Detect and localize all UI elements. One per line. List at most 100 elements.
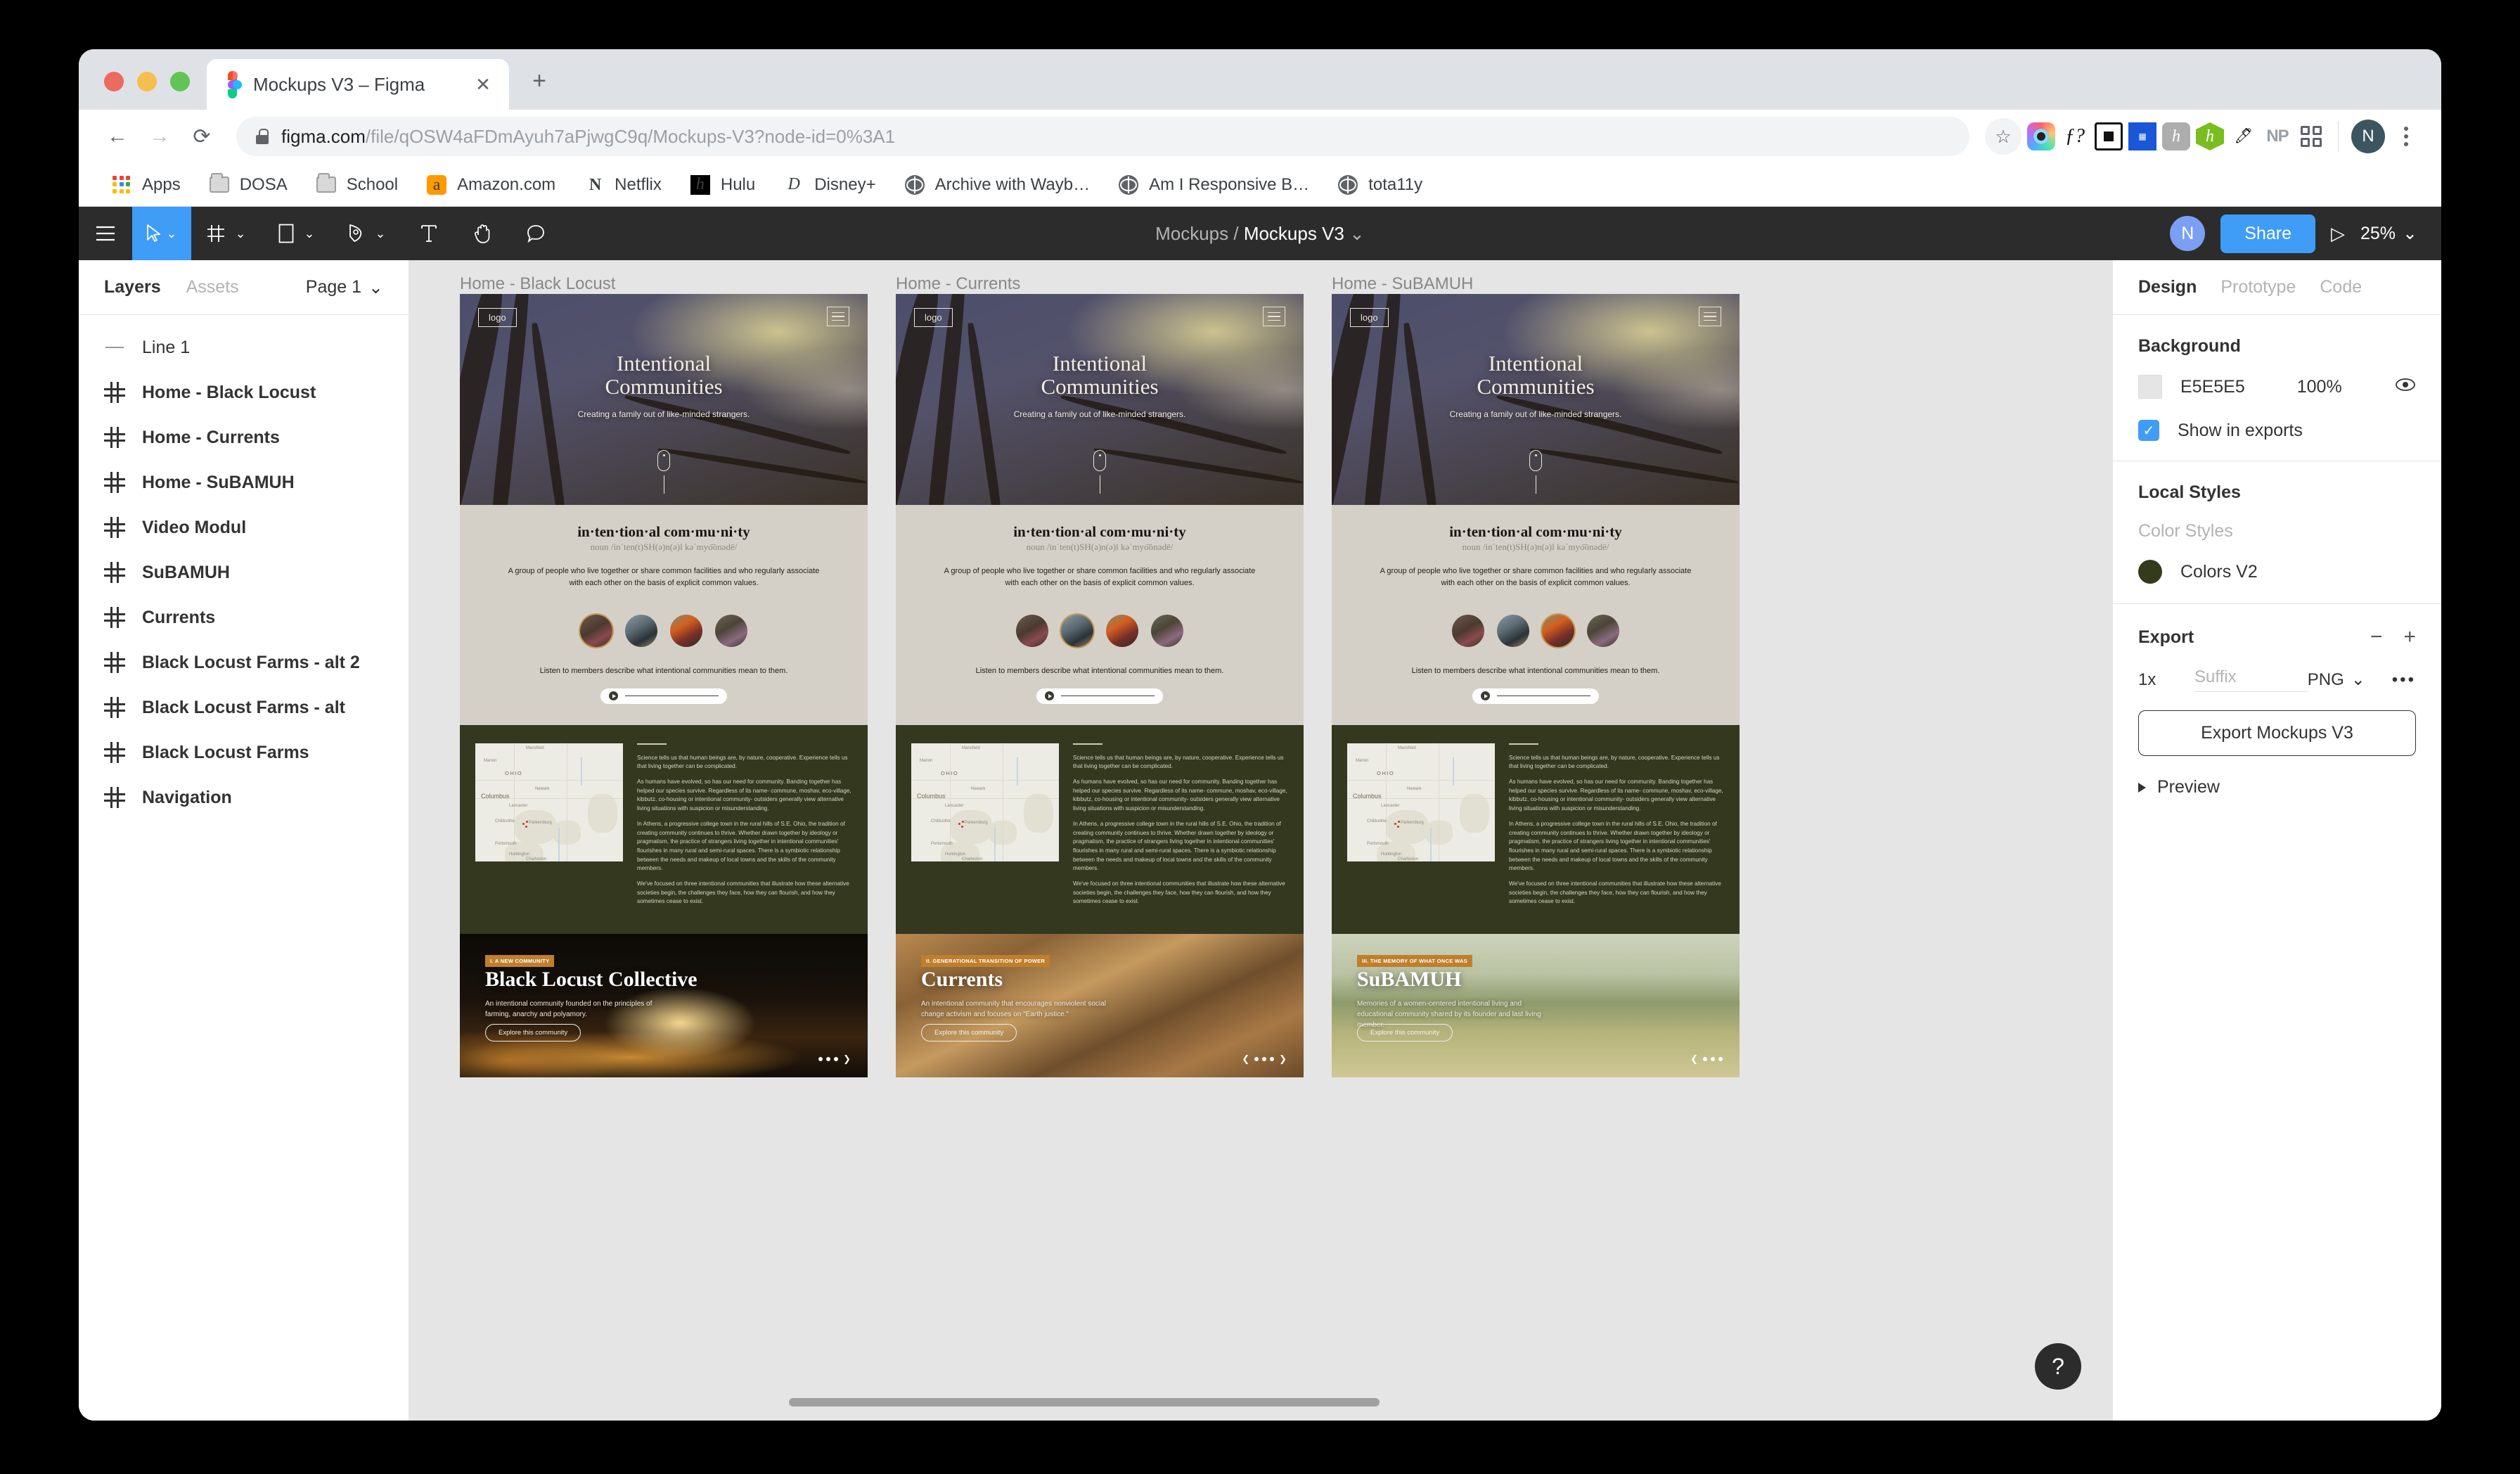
blue-block-extension-icon[interactable]: ▦: [2128, 122, 2156, 150]
avatar[interactable]: [1151, 615, 1183, 648]
audio-progress-track[interactable]: [625, 695, 719, 697]
tab-layers[interactable]: Layers: [104, 277, 161, 297]
figma-canvas[interactable]: Home - Black Locust logo Intentional Com…: [409, 260, 2112, 1421]
f-question-extension-icon[interactable]: ƒ?: [2061, 122, 2089, 150]
avatar[interactable]: [1016, 615, 1048, 648]
bookmark-school[interactable]: School: [304, 169, 409, 201]
move-tool-icon[interactable]: ⌄: [132, 207, 191, 260]
carousel-next-icon[interactable]: ❯: [843, 1053, 851, 1065]
bookmark-star-icon[interactable]: ☆: [1985, 118, 2021, 155]
carousel-dots[interactable]: [1254, 1057, 1275, 1062]
chevron-down-icon[interactable]: ⌄: [304, 226, 314, 241]
frame-label[interactable]: Home - Currents: [896, 274, 1020, 294]
logo-placeholder[interactable]: logo: [478, 308, 517, 327]
zoom-level-selector[interactable]: 25% ⌄: [2360, 223, 2417, 244]
audio-player[interactable]: [1472, 688, 1599, 704]
export-more-icon[interactable]: •••: [2392, 670, 2416, 690]
preview-toggle[interactable]: Preview: [2138, 777, 2416, 797]
bookmark-dosa[interactable]: DOSA: [198, 169, 299, 201]
canvas-horizontal-scrollbar[interactable]: [409, 1398, 2112, 1411]
layer-row[interactable]: Black Locust Farms: [79, 730, 409, 775]
chevron-down-icon[interactable]: ⌄: [375, 226, 385, 241]
explore-community-button[interactable]: Explore this community: [921, 1024, 1017, 1042]
minimize-window-button[interactable]: [137, 72, 157, 91]
page-selector[interactable]: Page 1 ⌄: [306, 277, 383, 298]
breadcrumb-file[interactable]: Mockups V3: [1244, 223, 1344, 244]
bookmark-am-i-responsive[interactable]: Am I Responsive B…: [1107, 169, 1320, 201]
color-style-row[interactable]: Colors V2: [2138, 560, 2416, 584]
frame-label[interactable]: Home - Black Locust: [460, 274, 615, 294]
carousel-prev-icon[interactable]: ❮: [1242, 1053, 1249, 1065]
layer-row[interactable]: Video Modul: [79, 505, 409, 550]
profile-avatar[interactable]: N: [2351, 120, 2385, 153]
reload-icon[interactable]: ⟳: [183, 117, 221, 155]
carousel-prev-icon[interactable]: ❮: [1690, 1053, 1698, 1065]
hamburger-icon[interactable]: [827, 307, 849, 326]
h-script-extension-icon[interactable]: h: [2162, 122, 2190, 150]
np-extension-icon[interactable]: NP: [2263, 122, 2291, 150]
avatar[interactable]: [625, 615, 657, 648]
layer-row[interactable]: Home - Currents: [79, 415, 409, 460]
background-color-swatch[interactable]: [2138, 375, 2162, 399]
close-tab-icon[interactable]: ✕: [470, 71, 496, 98]
audio-progress-track[interactable]: [1497, 695, 1590, 697]
tab-prototype[interactable]: Prototype: [2220, 277, 2296, 297]
artboard-home-subamuh[interactable]: logo Intentional Communities Creating a …: [1332, 294, 1740, 1078]
play-icon[interactable]: [1045, 691, 1054, 701]
explore-community-button[interactable]: Explore this community: [485, 1024, 581, 1042]
avatar[interactable]: [1061, 615, 1093, 648]
layer-row[interactable]: Line 1: [79, 325, 409, 370]
avatar[interactable]: [1452, 615, 1484, 648]
carousel-dots[interactable]: [818, 1057, 839, 1062]
avatar[interactable]: [670, 615, 702, 648]
bookmark-disney[interactable]: D Disney+: [772, 169, 887, 201]
tab-design[interactable]: Design: [2138, 277, 2197, 297]
avatar[interactable]: [580, 615, 612, 648]
address-bar[interactable]: figma.com/file/qOSW4aFDmAyuh7aPjwgC9q/Mo…: [236, 117, 1969, 156]
logo-placeholder[interactable]: logo: [914, 308, 953, 327]
scrollbar-thumb[interactable]: [789, 1398, 1380, 1406]
avatar[interactable]: [1106, 615, 1138, 648]
extensions-grid-icon[interactable]: [2297, 122, 2325, 150]
play-icon[interactable]: [1481, 691, 1490, 701]
carousel-dots[interactable]: [1703, 1057, 1723, 1062]
pen-tool-icon[interactable]: ⌄: [332, 207, 402, 260]
back-icon[interactable]: ←: [98, 117, 136, 155]
avatar[interactable]: [1497, 615, 1529, 648]
frame-label[interactable]: Home - SuBAMUH: [1332, 274, 1473, 294]
minus-icon[interactable]: −: [2370, 625, 2383, 649]
logo-placeholder[interactable]: logo: [1350, 308, 1389, 327]
artboard-home-currents[interactable]: logo Intentional Communities Creating a …: [896, 294, 1304, 1078]
hamburger-icon[interactable]: [1699, 307, 1721, 326]
color-style-swatch[interactable]: [2138, 560, 2162, 584]
layer-row[interactable]: Currents: [79, 595, 409, 640]
eyedropper-extension-icon[interactable]: 🖊: [2230, 122, 2258, 150]
avatar[interactable]: [715, 615, 747, 648]
square-extension-icon[interactable]: [2095, 122, 2123, 150]
hexagon-h-extension-icon[interactable]: h: [2196, 122, 2224, 150]
avatar[interactable]: [1542, 615, 1574, 648]
bookmark-tota11y[interactable]: tota11y: [1326, 169, 1434, 201]
eye-icon[interactable]: [2395, 377, 2416, 397]
layer-row[interactable]: Black Locust Farms - alt 2: [79, 640, 409, 685]
breadcrumb-chevron-down-icon[interactable]: ⌄: [1349, 223, 1365, 244]
carousel-next-icon[interactable]: ❯: [1279, 1053, 1287, 1065]
bookmark-archive-wayback[interactable]: Archive with Wayb…: [893, 169, 1102, 201]
layer-row[interactable]: Home - SuBAMUH: [79, 460, 409, 505]
figma-user-avatar[interactable]: N: [2170, 216, 2206, 251]
forward-icon[interactable]: →: [141, 117, 179, 155]
frame-tool-icon[interactable]: ⌄: [191, 207, 262, 260]
hamburger-menu-icon[interactable]: [79, 207, 132, 260]
chevron-down-icon[interactable]: ⌄: [166, 226, 176, 241]
layer-row[interactable]: Home - Black Locust: [79, 370, 409, 415]
layer-row[interactable]: Navigation: [79, 775, 409, 820]
color-wheel-extension-icon[interactable]: [2027, 122, 2055, 150]
export-format-select[interactable]: PNG ⌄: [2308, 669, 2392, 690]
comment-tool-icon[interactable]: [509, 207, 562, 260]
browser-tab[interactable]: Mockups V3 – Figma ✕: [207, 59, 509, 110]
audio-progress-track[interactable]: [1061, 695, 1155, 697]
hand-tool-icon[interactable]: [456, 207, 509, 260]
new-tab-button[interactable]: +: [523, 65, 555, 97]
bookmark-apps[interactable]: Apps: [100, 169, 192, 201]
chevron-down-icon[interactable]: ⌄: [235, 226, 245, 241]
